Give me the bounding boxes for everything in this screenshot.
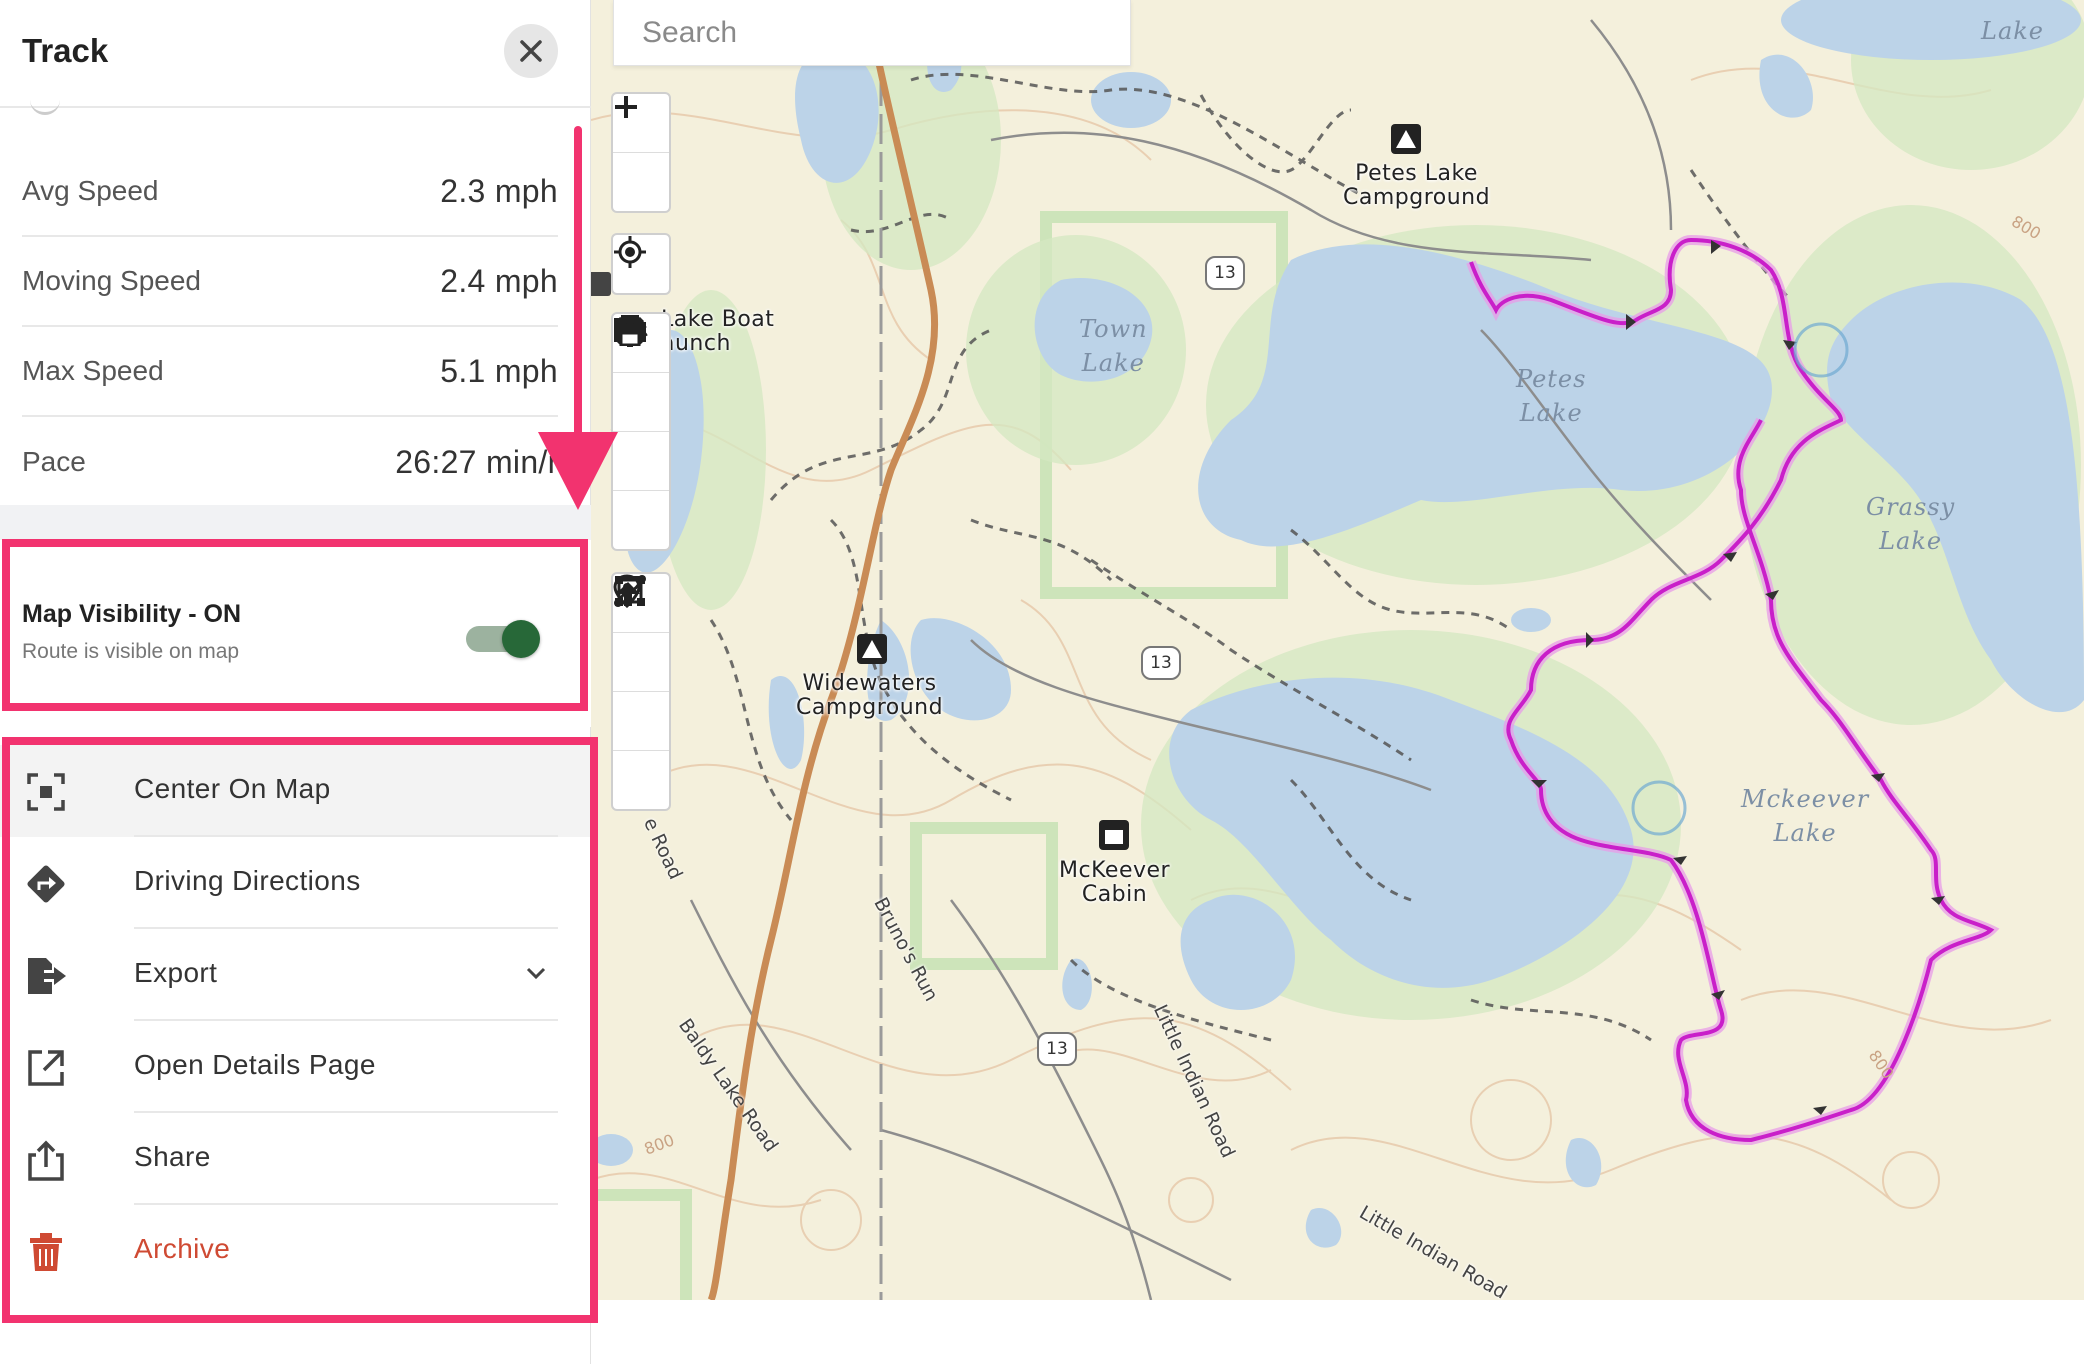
map-search-box[interactable]	[613, 0, 1131, 66]
panel-title: Track	[22, 32, 109, 69]
print-icon	[614, 315, 646, 346]
petes-lake-label: Petes Lake	[1516, 365, 1587, 427]
map-canvas[interactable]	[591, 0, 2084, 1300]
locate-button[interactable]	[613, 235, 669, 293]
stat-label: Max Speed	[22, 355, 164, 386]
panel-header: Track	[0, 0, 591, 108]
scrolled-row-fragment	[30, 96, 60, 115]
zoom-controls	[611, 92, 671, 213]
highway-13-shield: 13	[1141, 646, 1181, 680]
draw-tools-group	[611, 572, 671, 811]
highlight-actions-box	[2, 737, 598, 1323]
petes-lake-campground-label[interactable]: Petes Lake Campground	[1343, 162, 1490, 210]
mckeever-lake-label: Mckeever Lake	[1741, 785, 1870, 847]
close-button[interactable]	[504, 24, 558, 78]
stat-label: Moving Speed	[22, 265, 202, 296]
zoom-out-icon	[615, 105, 637, 109]
stat-row-pace: Pace 26:27 min/mi	[22, 417, 582, 507]
map-tools-group	[611, 312, 671, 551]
folder-button[interactable]	[613, 318, 669, 432]
close-icon	[520, 40, 542, 62]
zoom-out-button[interactable]	[613, 105, 669, 211]
town-lake-label: Town Lake	[1079, 315, 1148, 377]
stat-value: 2.3 mph	[440, 172, 558, 209]
locate-control	[611, 233, 671, 295]
stat-row-avg-speed: Avg Speed 2.3 mph	[22, 147, 558, 237]
stat-row-max-speed: Max Speed 5.1 mph	[22, 327, 558, 417]
map-view[interactable]: Petes Lake Campground Widewaters Campgro…	[591, 0, 2084, 1300]
herman-lake-label: Lake	[1981, 17, 2044, 45]
stat-value: 26:27 min/mi	[395, 443, 582, 480]
print-button[interactable]	[613, 315, 669, 549]
section-separator	[0, 505, 591, 540]
map-search-input[interactable]	[640, 14, 1130, 51]
highway-13-shield: 13	[1037, 1032, 1077, 1066]
highway-13-shield: 13	[1205, 256, 1245, 290]
stat-row-moving-speed: Moving Speed 2.4 mph	[22, 237, 558, 327]
settings-button[interactable]	[613, 315, 669, 491]
draw-area-button[interactable]	[613, 576, 669, 751]
boat-launch-label[interactable]: Lake Boat aunch	[661, 308, 774, 356]
grassy-lake-label: Grassy Lake	[1866, 493, 1956, 555]
upload-icon	[615, 576, 641, 606]
stat-label: Pace	[22, 446, 86, 477]
widewaters-campground-label[interactable]: Widewaters Campground	[796, 672, 943, 720]
locate-icon	[614, 236, 646, 268]
stat-value: 2.4 mph	[440, 262, 558, 299]
draw-route-button[interactable]	[613, 575, 669, 692]
upload-button[interactable]	[613, 576, 669, 809]
highlight-visibility-box	[2, 539, 588, 711]
mckeever-cabin-label[interactable]: McKeever Cabin	[1059, 859, 1170, 907]
stat-value: 5.1 mph	[440, 352, 558, 389]
stat-label: Avg Speed	[22, 175, 159, 206]
